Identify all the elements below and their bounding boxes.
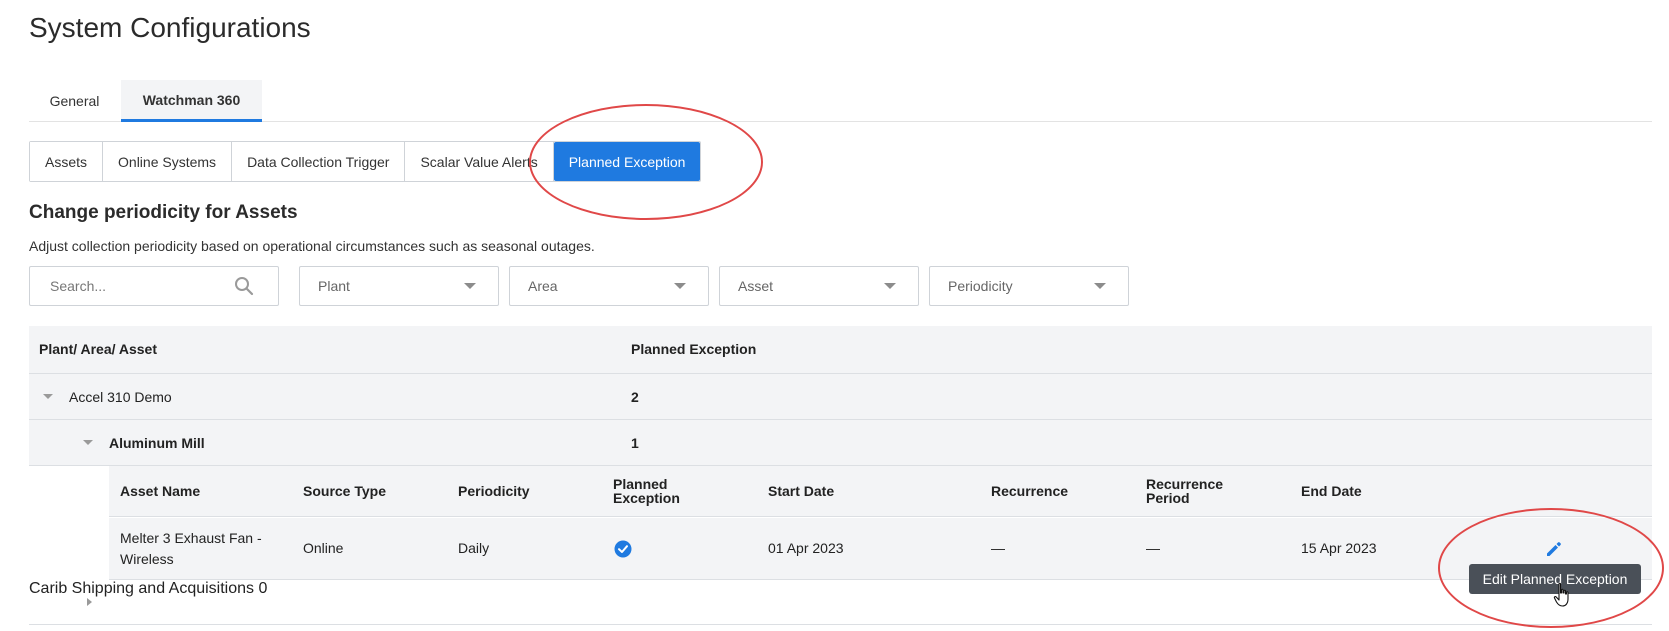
- column-header-hierarchy: Plant/ Area/ Asset: [39, 341, 158, 357]
- sub-tabs: Assets Online Systems Data Collection Tr…: [29, 141, 702, 182]
- plant-dropdown-label: Plant: [318, 278, 350, 294]
- area-dropdown[interactable]: Area: [509, 266, 709, 306]
- area-dropdown-label: Area: [528, 278, 558, 294]
- subtab-data-collection-trigger[interactable]: Data Collection Trigger: [232, 142, 406, 181]
- column-header-periodicity: Periodicity: [458, 483, 530, 499]
- column-header-planned-exception-1: Planned: [613, 476, 668, 492]
- search-box: [29, 266, 279, 306]
- column-header-start-date: Start Date: [768, 483, 835, 499]
- pencil-icon[interactable]: [1545, 540, 1563, 558]
- periodicity-dropdown-label: Periodicity: [948, 278, 1013, 294]
- check-circle-icon: [614, 540, 632, 558]
- chevron-down-icon[interactable]: [83, 440, 93, 445]
- chevron-down-icon: [674, 283, 686, 289]
- column-header-planned-exception-2: Exception: [613, 490, 680, 506]
- page-title: System Configurations: [29, 12, 311, 43]
- plant-dropdown[interactable]: Plant: [299, 266, 499, 306]
- table-row-plant[interactable]: Accel 310 Demo 2: [29, 374, 1652, 420]
- asset-name-line2: Wireless: [120, 551, 174, 567]
- area-exception-count: 1: [631, 435, 639, 451]
- table-header: Plant/ Area/ Asset Planned Exception: [29, 326, 1652, 374]
- column-header-recurrence-period-2: Period: [1146, 490, 1190, 506]
- asset-name-line1: Melter 3 Exhaust Fan -: [120, 530, 262, 546]
- tab-general[interactable]: General: [29, 80, 120, 122]
- subtab-planned-exception[interactable]: Planned Exception: [553, 142, 701, 181]
- column-header-recurrence: Recurrence: [991, 483, 1069, 499]
- subtab-scalar-value-alerts[interactable]: Scalar Value Alerts: [405, 142, 554, 181]
- chevron-right-icon[interactable]: [87, 598, 92, 606]
- hand-cursor-icon: [1553, 582, 1569, 607]
- chevron-down-icon: [1094, 283, 1106, 289]
- search-input[interactable]: [30, 267, 230, 305]
- column-header-recurrence-period-1: Recurrence: [1146, 476, 1224, 492]
- asset-dropdown[interactable]: Asset: [719, 266, 919, 306]
- area-name: Aluminum Mill: [109, 435, 205, 451]
- asset-table-header: Asset Name Source Type Periodicity Plann…: [109, 466, 1652, 517]
- main-tabs: General Watchman 360: [29, 80, 1652, 122]
- column-header-source-type: Source Type: [303, 483, 386, 499]
- column-header-end-date: End Date: [1301, 483, 1362, 499]
- section-description: Adjust collection periodicity based on o…: [29, 238, 595, 254]
- asset-recurrence-period: —: [1146, 540, 1160, 556]
- chevron-down-icon: [464, 283, 476, 289]
- asset-dropdown-label: Asset: [738, 278, 774, 294]
- asset-source-type: Online: [303, 540, 344, 556]
- section-title: Change periodicity for Assets: [29, 202, 298, 223]
- chevron-down-icon: [884, 283, 896, 289]
- table-row-area[interactable]: Aluminum Mill 1: [29, 420, 1652, 466]
- asset-end-date: 15 Apr 2023: [1301, 540, 1377, 556]
- subtab-assets[interactable]: Assets: [30, 142, 104, 181]
- periodicity-dropdown[interactable]: Periodicity: [929, 266, 1129, 306]
- carib-exception-count: 0: [258, 580, 268, 597]
- chevron-down-icon[interactable]: [43, 394, 53, 399]
- column-header-planned-exception: Planned Exception: [631, 341, 757, 357]
- plant-exception-count: 2: [631, 389, 639, 405]
- asset-recurrence: —: [991, 540, 1005, 556]
- asset-periodicity: Daily: [458, 540, 490, 556]
- asset-start-date: 01 Apr 2023: [768, 540, 844, 556]
- search-icon[interactable]: [234, 276, 254, 296]
- table-row-plant-collapsed[interactable]: Carib Shipping and Acquisitions 0: [29, 580, 1652, 625]
- plant-name: Accel 310 Demo: [69, 389, 172, 405]
- column-header-asset-name: Asset Name: [120, 483, 201, 499]
- tab-watchman-360[interactable]: Watchman 360: [121, 80, 262, 122]
- table-row-asset[interactable]: Melter 3 Exhaust Fan - Wireless Online D…: [109, 518, 1652, 580]
- subtab-online-systems[interactable]: Online Systems: [103, 142, 233, 181]
- carib-name: Carib Shipping and Acquisitions: [29, 580, 255, 597]
